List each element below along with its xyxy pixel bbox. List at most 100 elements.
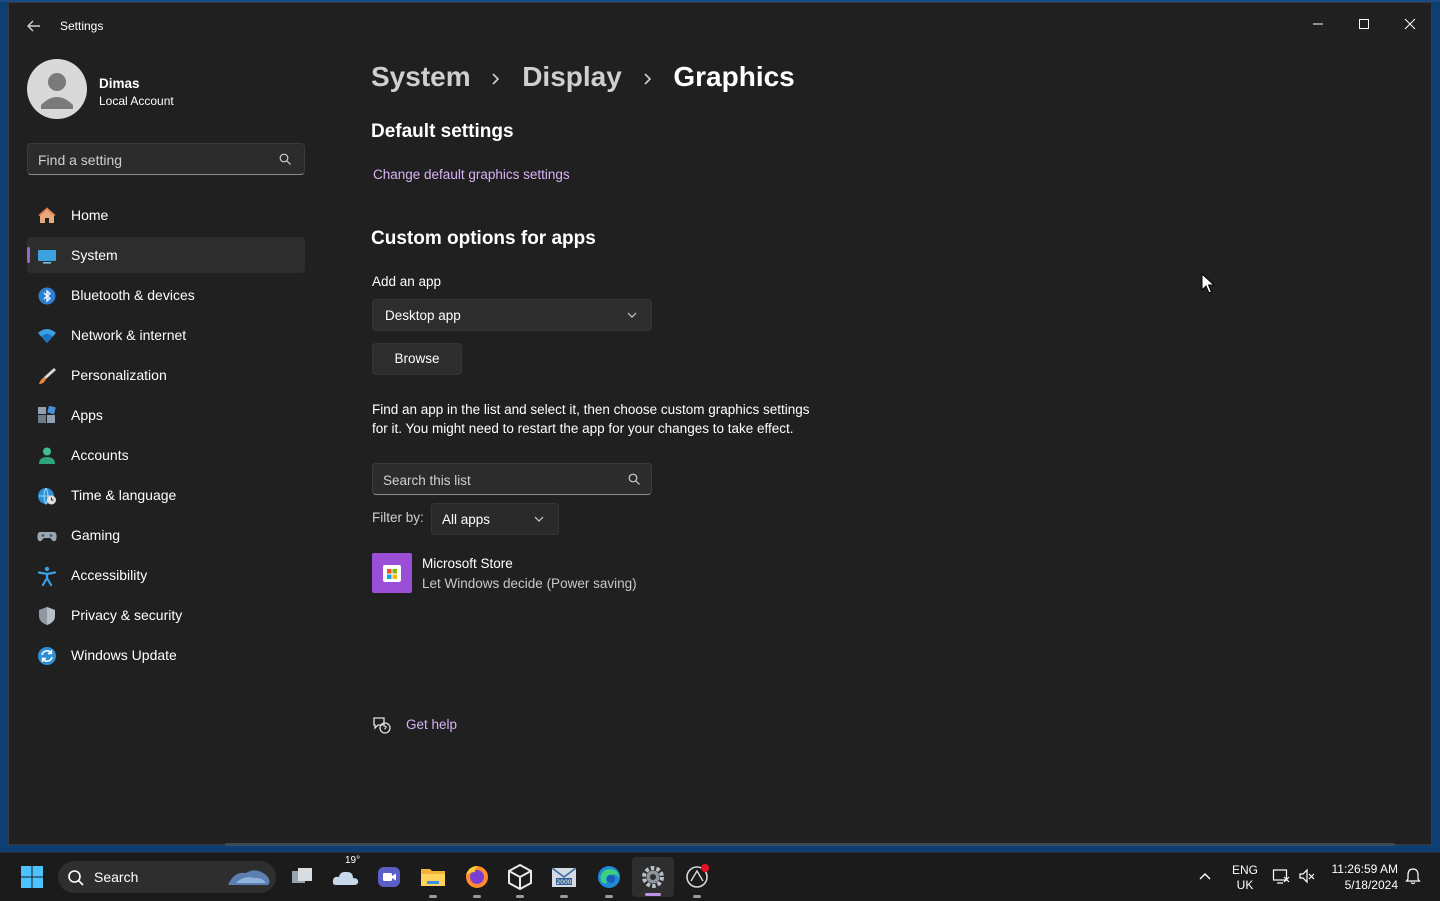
taskbar-edge[interactable] — [593, 861, 625, 898]
sidebar-item-apps[interactable]: Apps — [27, 397, 305, 433]
sidebar-item-label: Accessibility — [71, 567, 148, 583]
microsoft-store-icon — [372, 553, 412, 593]
breadcrumb-system[interactable]: System — [371, 61, 471, 92]
taskbar-app-2000[interactable]: 2000 — [548, 861, 580, 898]
back-arrow-icon — [27, 20, 40, 32]
task-view-icon — [292, 868, 312, 883]
search-icon[interactable] — [628, 473, 641, 486]
running-indicator — [516, 895, 524, 898]
sidebar-item-accounts[interactable]: Accounts — [27, 437, 305, 473]
chevron-down-icon — [627, 312, 637, 318]
search-list-input[interactable] — [373, 464, 625, 496]
search-icon — [68, 870, 84, 886]
settings-window: Settings Dimas Local Account Find a sett… — [8, 2, 1432, 846]
browse-button[interactable]: Browse — [372, 343, 462, 375]
taskbar-file-explorer[interactable] — [417, 861, 449, 898]
taskbar-search[interactable]: Search — [58, 861, 276, 893]
page-title: Graphics — [673, 61, 795, 92]
filter-label: Filter by: — [372, 510, 424, 525]
app-type-dropdown[interactable]: Desktop app — [372, 299, 652, 331]
volume-muted-icon[interactable] — [1298, 867, 1316, 885]
sidebar-item-label: Personalization — [71, 367, 167, 383]
account-type: Local Account — [99, 94, 174, 108]
sidebar-item-bluetooth[interactable]: Bluetooth & devices — [27, 277, 305, 313]
taskbar-app-notify[interactable] — [681, 861, 713, 898]
instructions-text: Find an app in the list and select it, t… — [372, 402, 810, 436]
sidebar-item-accessibility[interactable]: Accessibility — [27, 557, 305, 593]
bluetooth-icon — [38, 287, 56, 305]
sidebar-item-time-language[interactable]: Time & language — [27, 477, 305, 513]
accounts-icon — [39, 447, 55, 464]
sidebar-item-network[interactable]: Network & internet — [27, 317, 305, 353]
sidebar-nav: Home System Bluetooth & devices Network … — [27, 197, 305, 677]
windows-logo-icon — [21, 866, 43, 888]
sidebar-item-personalization[interactable]: Personalization — [27, 357, 305, 393]
filter-value: All apps — [442, 512, 491, 527]
maximize-button[interactable] — [1341, 9, 1387, 39]
running-indicator — [429, 895, 437, 898]
running-indicator — [605, 895, 613, 898]
svg-text:2000: 2000 — [556, 879, 571, 886]
sidebar-item-privacy[interactable]: Privacy & security — [27, 597, 305, 633]
app-circle-icon — [686, 864, 709, 888]
app-name: Microsoft Store — [422, 556, 513, 571]
sidebar-item-windows-update[interactable]: Windows Update — [27, 637, 305, 673]
running-indicator — [560, 895, 568, 898]
taskbar-app-meet[interactable] — [373, 861, 405, 893]
network-icon[interactable] — [1272, 867, 1290, 885]
notification-bell-icon[interactable] — [1404, 867, 1422, 885]
sidebar-item-label: Network & internet — [71, 327, 187, 343]
change-default-graphics-link[interactable]: Change default graphics settings — [373, 167, 570, 182]
mouse-cursor-icon — [1201, 273, 1215, 294]
taskbar-unity[interactable] — [504, 861, 536, 898]
store-bag-glyph — [383, 565, 401, 582]
mail-app-icon: 2000 — [551, 867, 577, 887]
user-name: Dimas — [99, 76, 140, 91]
sidebar-item-gaming[interactable]: Gaming — [27, 517, 305, 553]
start-button[interactable] — [16, 861, 48, 893]
sidebar-item-label: Home — [71, 207, 109, 223]
video-call-icon — [378, 867, 400, 887]
weather-widget[interactable]: 19° — [330, 855, 362, 893]
accessibility-icon — [37, 566, 57, 586]
maximize-icon — [1359, 19, 1369, 29]
filter-dropdown[interactable]: All apps — [431, 503, 559, 535]
home-icon — [38, 207, 56, 223]
sidebar-item-system[interactable]: System — [27, 237, 305, 273]
search-icon[interactable] — [279, 153, 292, 166]
help-chat-icon — [373, 717, 391, 734]
back-button[interactable] — [23, 15, 45, 37]
breadcrumb-display[interactable]: Display — [522, 61, 622, 92]
cube-app-icon — [508, 863, 532, 891]
firefox-icon — [466, 866, 488, 888]
taskbar-firefox[interactable] — [461, 861, 493, 898]
taskbar-search-label: Search — [94, 869, 139, 885]
find-setting-input[interactable] — [28, 144, 280, 176]
shield-icon — [39, 607, 55, 625]
language-indicator[interactable]: ENG UK — [1232, 863, 1258, 893]
task-view-button[interactable] — [286, 861, 318, 893]
clock-date: 5/18/2024 — [1344, 878, 1398, 892]
chevron-up-icon[interactable] — [1198, 871, 1212, 881]
sidebar-item-label: Accounts — [71, 447, 129, 463]
horizontal-scrollbar[interactable] — [225, 843, 1395, 846]
sidebar-item-label: System — [71, 247, 118, 263]
language-secondary: UK — [1236, 878, 1254, 892]
globe-clock-icon — [38, 487, 56, 506]
sidebar-item-home[interactable]: Home — [27, 197, 305, 233]
add-app-label: Add an app — [372, 274, 442, 289]
sidebar-item-label: Bluetooth & devices — [71, 287, 195, 303]
minimize-button[interactable] — [1295, 9, 1341, 39]
language-primary: ENG — [1232, 863, 1259, 877]
edge-icon — [598, 866, 620, 888]
list-item[interactable]: Microsoft Store Let Windows decide (Powe… — [372, 553, 792, 595]
close-button[interactable] — [1387, 9, 1433, 39]
system-clock[interactable]: 11:26:59 AM 5/18/2024 — [1328, 861, 1399, 893]
search-list-box — [372, 463, 652, 496]
title-bar: Settings — [9, 3, 1431, 49]
sidebar-item-label: Apps — [71, 407, 103, 423]
taskbar-settings[interactable] — [637, 861, 669, 893]
chevron-down-icon — [534, 516, 544, 522]
chevron-right-icon — [492, 73, 500, 85]
person-icon — [41, 73, 73, 109]
